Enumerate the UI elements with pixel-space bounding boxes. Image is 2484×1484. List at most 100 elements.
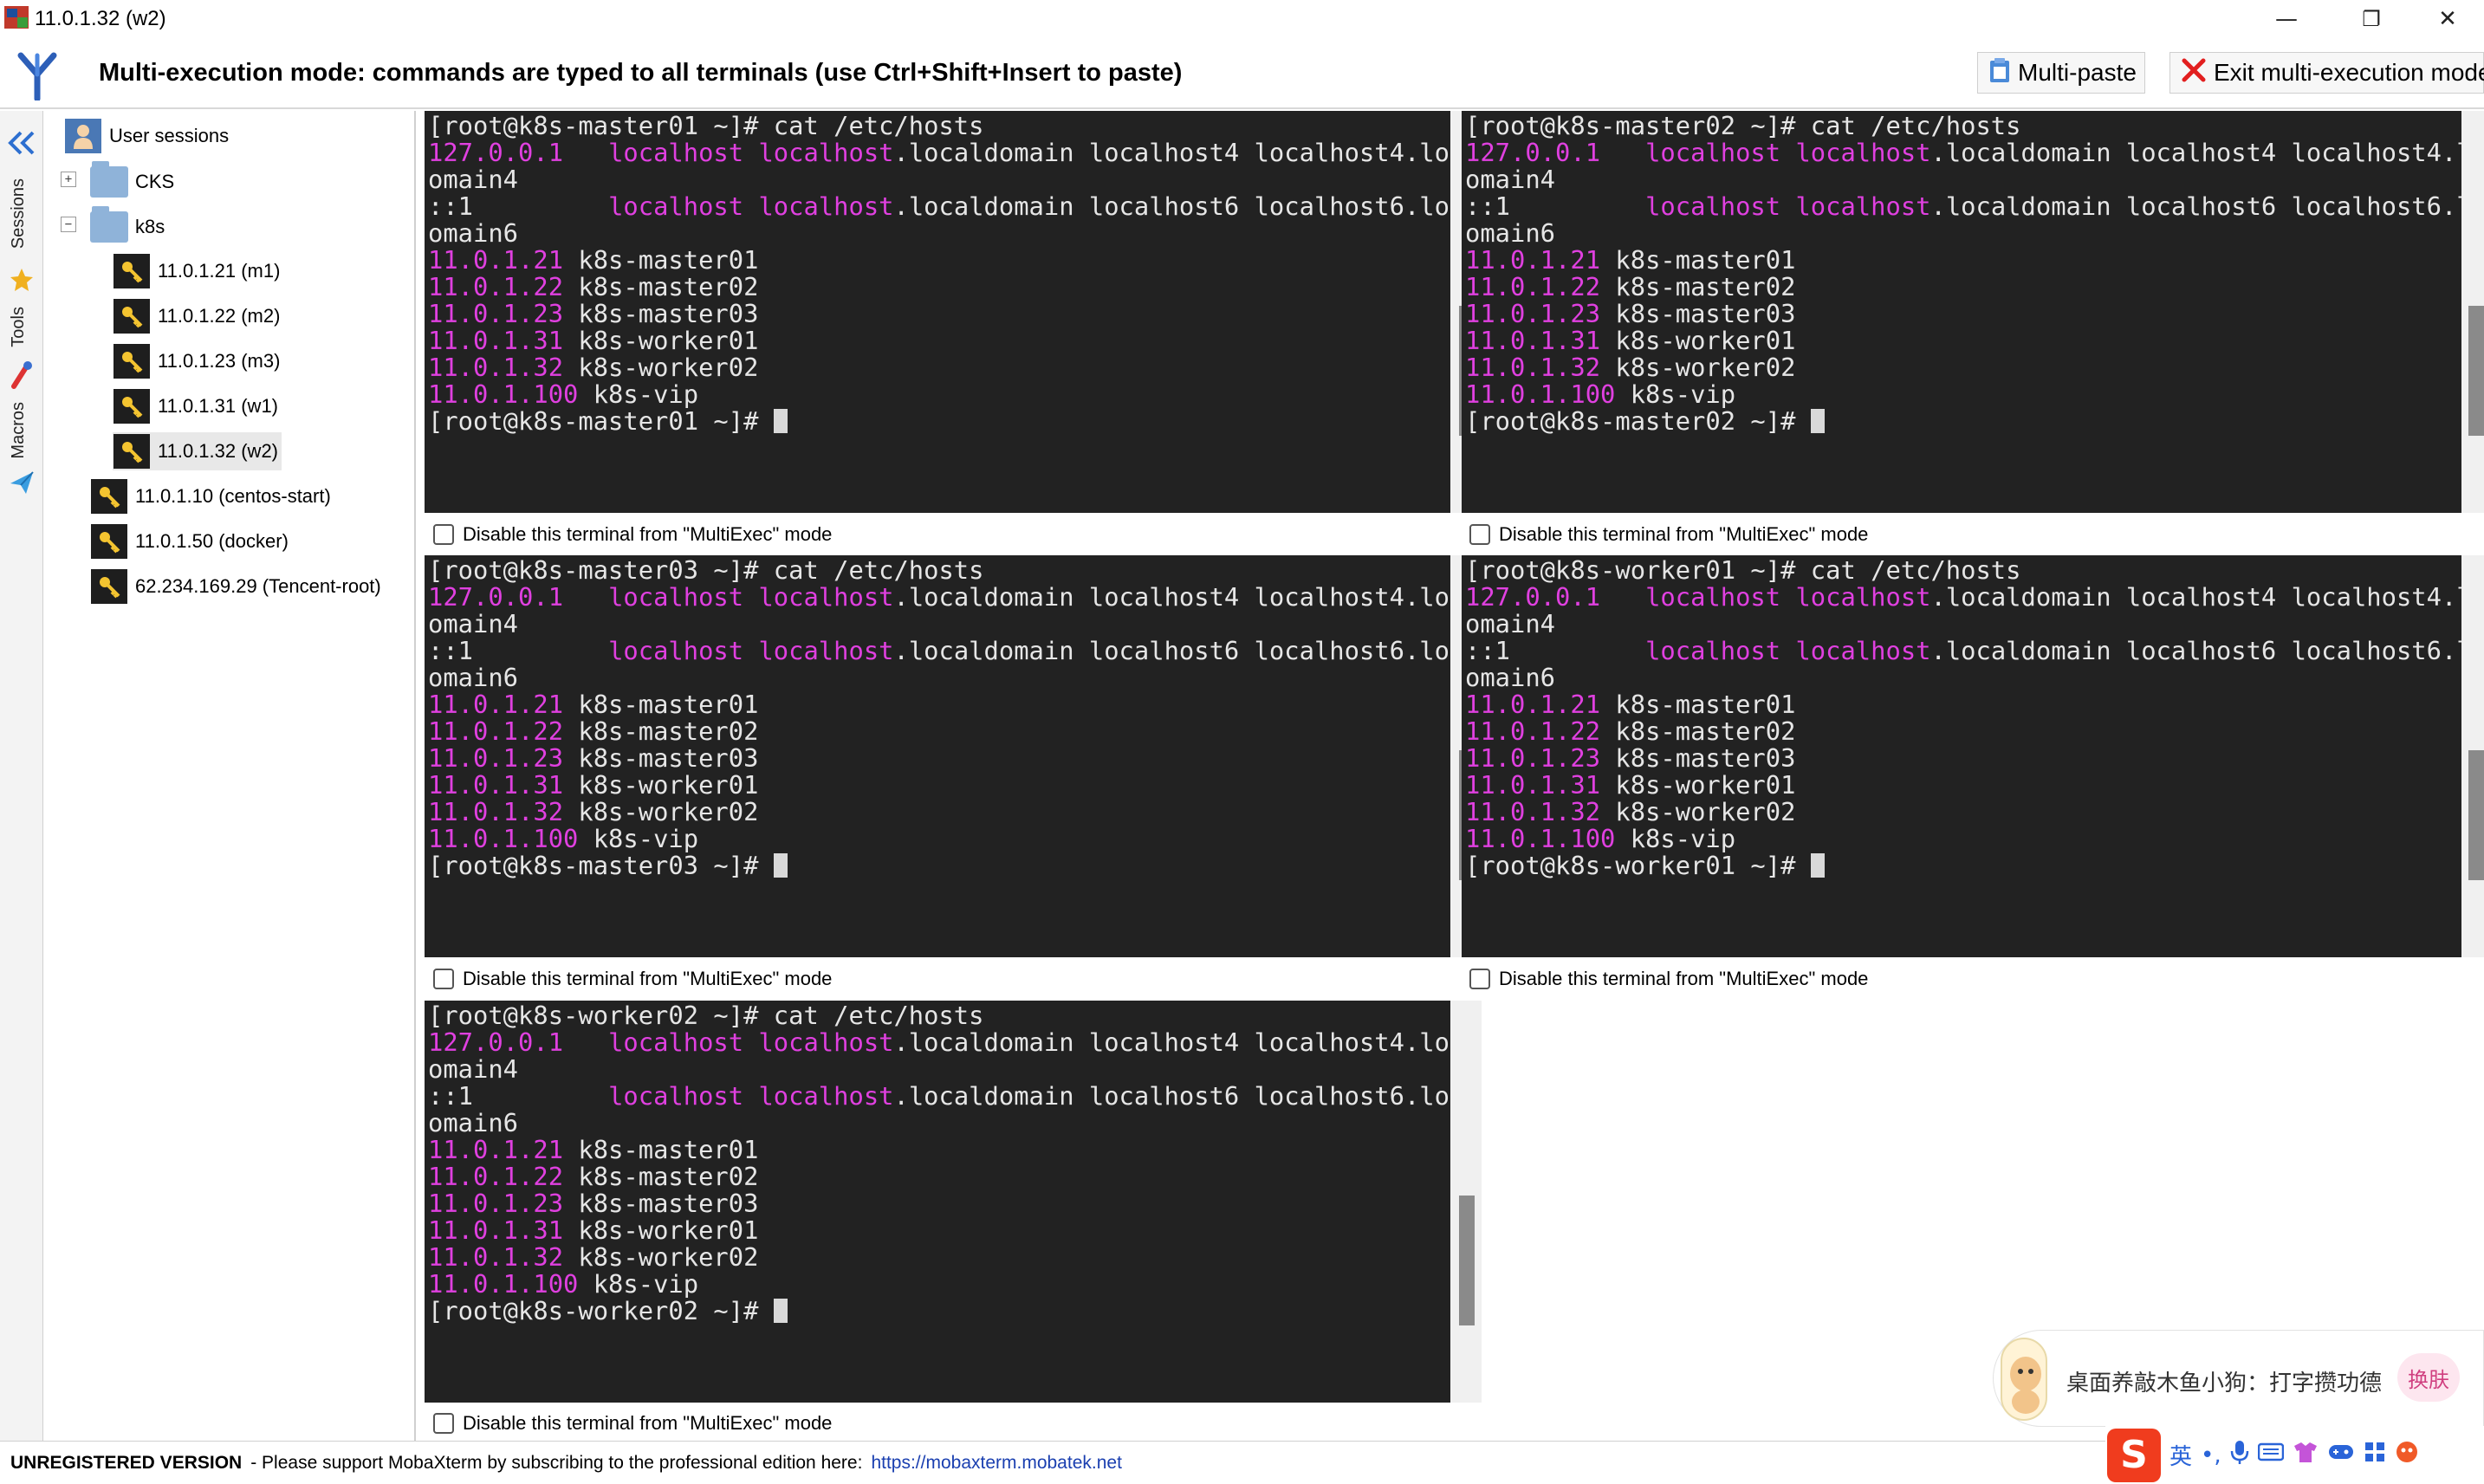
terminal-text: omain4 — [428, 1054, 519, 1084]
ime-language-toggle[interactable]: 英 — [2169, 1439, 2192, 1471]
expand-toggle[interactable]: + — [61, 172, 76, 187]
scrollbar-thumb[interactable] — [2468, 306, 2484, 436]
tree-session[interactable]: 11.0.1.50 (docker) — [90, 522, 289, 561]
microphone-icon[interactable] — [2230, 1439, 2249, 1471]
tree-folder-cks[interactable]: CKS — [90, 161, 174, 201]
checkbox[interactable] — [1469, 524, 1490, 545]
restore-button[interactable]: ❐ — [2335, 0, 2408, 38]
close-button[interactable]: ✕ — [2411, 0, 2484, 38]
terminal-pane[interactable]: [root@k8s-master03 ~]# cat /etc/hosts 127… — [425, 555, 1450, 957]
terminal-line: 11.0.1.31 k8s-worker01 — [1465, 772, 2484, 799]
sessions-tree: User sessions + CKS − k8s 11.0.1.21 (m1)… — [43, 111, 416, 1441]
terminal-line: [root@k8s-worker01 ~]# cat /etc/hosts — [1465, 557, 2484, 584]
checkbox[interactable] — [1469, 969, 1490, 989]
sogou-logo-icon[interactable]: S — [2107, 1428, 2161, 1482]
tree-label: 62.234.169.29 (Tencent-root) — [135, 575, 381, 597]
terminal-scrollbar[interactable] — [1450, 1001, 1482, 1403]
terminal-text: k8s-master02 — [578, 1162, 759, 1191]
terminal-space — [473, 636, 608, 665]
ssh-key-icon — [90, 479, 128, 514]
host-ip: 11.0.1.100 — [1465, 379, 1616, 409]
grid-menu-icon[interactable] — [2364, 1441, 2386, 1469]
terminal-space — [563, 797, 578, 826]
tree-user-sessions[interactable]: User sessions — [64, 117, 229, 155]
ime-notification[interactable]: 桌面养敲木鱼小狗：打字攒功德 换肤 — [1993, 1330, 2484, 1427]
host-ip: 11.0.1.22 — [428, 272, 564, 301]
scrollbar-thumb[interactable] — [2468, 750, 2484, 880]
collapse-toggle[interactable]: − — [61, 217, 76, 232]
terminal-space — [563, 743, 578, 773]
terminal-output: [root@k8s-worker01 ~]# cat /etc/hosts 127… — [1465, 557, 2484, 879]
terminal-text: k8s-worker02 — [578, 797, 759, 826]
terminal-space — [563, 716, 578, 746]
multiexec-header: Multi-execution mode: commands are typed… — [0, 38, 2484, 109]
tree-session[interactable]: 11.0.1.31 (w1) — [113, 387, 278, 425]
terminal-space — [1600, 326, 1615, 355]
disable-multiexec-toggle[interactable]: Disable this terminal from "MultiExec" m… — [1469, 963, 1868, 995]
multi-paste-button[interactable]: Multi-paste — [1977, 52, 2145, 94]
disable-multiexec-toggle[interactable]: Disable this terminal from "MultiExec" m… — [433, 519, 832, 550]
tree-session[interactable]: 11.0.1.21 (m1) — [113, 252, 280, 290]
scrollbar-thumb[interactable] — [1459, 1196, 1475, 1325]
tab-macros[interactable]: Macros — [9, 402, 29, 459]
terminal-text: k8s-master03 — [1615, 299, 1796, 328]
terminal-scrollbar[interactable] — [2461, 111, 2484, 513]
host-ip: 11.0.1.21 — [1465, 245, 1601, 275]
mobatek-link[interactable]: https://mobaxterm.mobatek.net — [871, 1453, 1121, 1474]
hostname-highlight: localhost — [1795, 191, 1931, 221]
terminal-text: k8s-master03 — [578, 299, 759, 328]
disable-multiexec-toggle[interactable]: Disable this terminal from "MultiExec" m… — [1469, 519, 1868, 550]
tree-session[interactable]: 11.0.1.10 (centos-start) — [90, 477, 331, 515]
disable-multiexec-toggle[interactable]: Disable this terminal from "MultiExec" m… — [433, 1408, 832, 1439]
tree-label: User sessions — [109, 125, 230, 146]
skin-shirt-icon[interactable] — [2293, 1441, 2319, 1469]
checkbox[interactable] — [433, 1413, 454, 1434]
checkbox[interactable] — [433, 969, 454, 989]
host-ip: 127.0.0.1 — [1465, 138, 1601, 167]
terminal-pane[interactable]: [root@k8s-worker01 ~]# cat /etc/hosts 127… — [1462, 555, 2484, 957]
shell-prompt: [root@k8s-worker01 ~]# — [1465, 555, 1811, 585]
tab-sessions[interactable]: Sessions — [9, 178, 29, 249]
terminal-text: k8s-worker02 — [578, 1242, 759, 1272]
mascot-face-icon[interactable] — [2395, 1440, 2419, 1470]
folder-icon — [90, 206, 128, 244]
hostname-highlight: localhost — [758, 1027, 894, 1057]
change-skin-button[interactable]: 换肤 — [2397, 1353, 2460, 1402]
tree-label: k8s — [135, 216, 165, 237]
tree-session[interactable]: 62.234.169.29 (Tencent-root) — [90, 567, 381, 606]
collapse-double-chevron-icon[interactable] — [7, 130, 36, 160]
tree-session[interactable]: 11.0.1.22 (m2) — [113, 297, 280, 335]
disable-multiexec-toggle[interactable]: Disable this terminal from "MultiExec" m… — [433, 963, 832, 995]
hostname-highlight: localhost — [758, 191, 894, 221]
terminal-line: 11.0.1.21 k8s-master01 — [428, 691, 1450, 718]
terminal-space — [1600, 716, 1615, 746]
terminal-space — [563, 582, 608, 612]
star-icon — [9, 267, 35, 297]
terminal-space — [563, 272, 578, 301]
terminal-pane[interactable]: [root@k8s-worker02 ~]# cat /etc/hosts 127… — [425, 1001, 1450, 1403]
hostname-highlight: localhost — [1645, 582, 1781, 612]
game-controller-icon[interactable] — [2327, 1441, 2355, 1469]
terminal-text: omain6 — [428, 218, 519, 248]
terminal-line: 11.0.1.32 k8s-worker02 — [428, 799, 1450, 826]
checkbox[interactable] — [433, 524, 454, 545]
terminal-text: k8s-master02 — [578, 716, 759, 746]
tools-wrench-icon — [9, 360, 35, 394]
terminal-pane[interactable]: [root@k8s-master02 ~]# cat /etc/hosts 127… — [1462, 111, 2484, 513]
terminal-scrollbar[interactable] — [2461, 555, 2484, 957]
keyboard-icon[interactable] — [2257, 1442, 2284, 1468]
tree-session[interactable]: 11.0.1.23 (m3) — [113, 342, 280, 380]
clipboard-icon — [1988, 57, 2011, 89]
ime-punctuation-toggle[interactable]: •, — [2201, 1442, 2221, 1468]
terminal-line: 11.0.1.23 k8s-master03 — [1465, 745, 2484, 772]
tree-session-selected[interactable]: 11.0.1.32 (w2) — [113, 432, 282, 470]
exit-multiexec-button[interactable]: Exit multi-execution mode — [2169, 52, 2484, 94]
minimize-button[interactable]: — — [2250, 0, 2323, 38]
terminal-space — [563, 1027, 608, 1057]
tab-tools[interactable]: Tools — [9, 307, 29, 347]
terminal-line: ::1 localhost localhost.localdomain loca… — [428, 638, 1450, 664]
terminal-pane[interactable]: [root@k8s-master01 ~]# cat /etc/hosts 127… — [425, 111, 1450, 513]
host-ip: 11.0.1.21 — [428, 245, 564, 275]
tree-folder-k8s[interactable]: k8s — [90, 206, 165, 246]
